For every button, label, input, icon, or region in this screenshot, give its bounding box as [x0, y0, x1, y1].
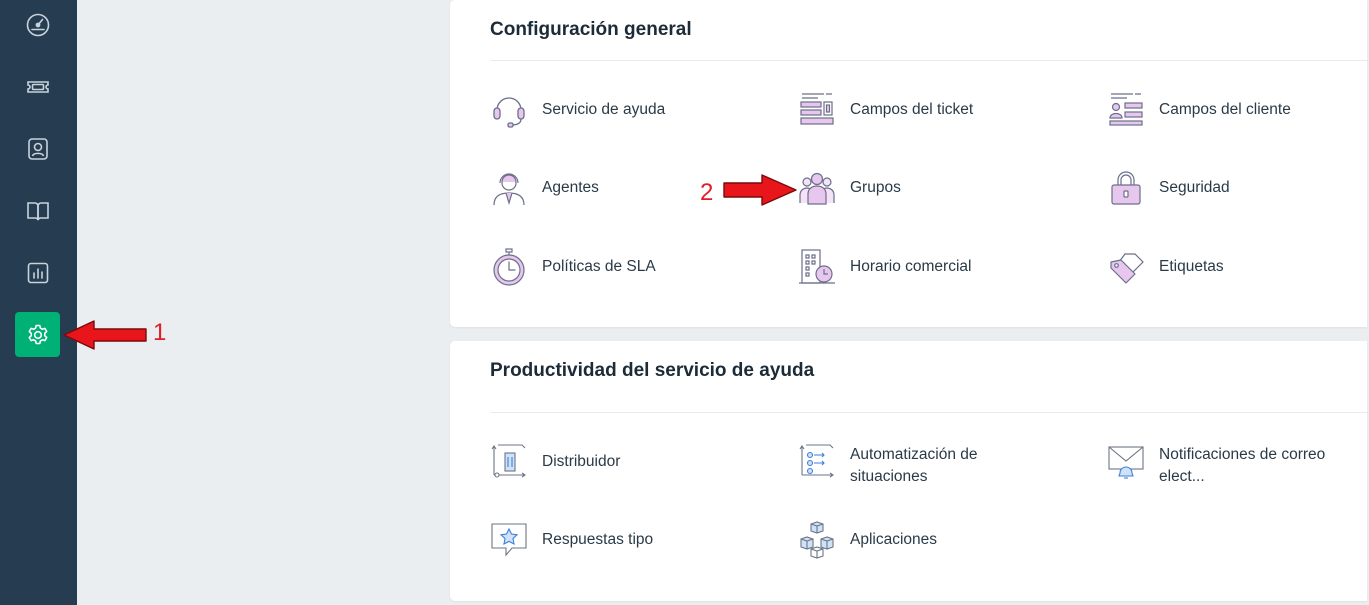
- sidebar-item-admin[interactable]: [15, 312, 60, 357]
- canned-response-icon: [491, 523, 527, 557]
- book-icon: [26, 201, 49, 220]
- tile-label: Automatización de situaciones: [850, 446, 978, 485]
- automation-icon: [799, 444, 834, 478]
- gauge-icon: [26, 13, 49, 36]
- sidebar: [0, 0, 77, 605]
- annotation-arrow-2: [723, 174, 797, 206]
- general-settings-card: Configuración general Servicio de ayuda: [450, 0, 1367, 327]
- contact-icon: [27, 137, 48, 160]
- agent-icon: [493, 173, 525, 206]
- annotation-number-1: 1: [153, 319, 167, 346]
- stopwatch-icon: [493, 248, 525, 286]
- divider: [490, 412, 1367, 413]
- tile-security[interactable]: Seguridad: [1107, 169, 1369, 207]
- productivity-card: Productividad del servicio de ayuda Dist…: [450, 341, 1367, 601]
- tile-helpdesk[interactable]: Servicio de ayuda: [490, 91, 780, 129]
- tile-label: Etiquetas: [1159, 258, 1224, 275]
- tile-label: Grupos: [850, 179, 901, 196]
- tile-label: Seguridad: [1159, 179, 1230, 196]
- email-notification-icon: [1108, 446, 1144, 479]
- tile-automation[interactable]: Automatización de situaciones: [798, 443, 1088, 488]
- tile-label: Campos del ticket: [850, 101, 974, 118]
- bar-chart-icon: [27, 262, 48, 283]
- general-settings-title: Configuración general: [490, 19, 692, 40]
- tile-label: Agentes: [542, 179, 599, 196]
- tile-label: Políticas de SLA: [542, 258, 656, 275]
- customer-fields-icon: [1109, 93, 1143, 126]
- tile-ticket-fields[interactable]: Campos del ticket: [798, 91, 1088, 129]
- dispatcher-icon: [491, 444, 526, 478]
- tile-sla-policies[interactable]: Políticas de SLA: [490, 248, 780, 286]
- tile-business-hours[interactable]: Horario comercial: [798, 248, 1088, 286]
- ticket-fields-icon: [800, 93, 834, 125]
- ticket-icon: [26, 80, 49, 93]
- sidebar-item-solutions[interactable]: [15, 188, 60, 233]
- productivity-title: Productividad del servicio de ayuda: [490, 360, 815, 381]
- tile-label: Horario comercial: [850, 258, 972, 275]
- sidebar-item-reports[interactable]: [15, 250, 60, 295]
- tile-label: Distribuidor: [542, 453, 621, 470]
- headset-icon: [493, 97, 525, 128]
- gear-icon: [28, 324, 47, 344]
- tile-apps[interactable]: Aplicaciones: [798, 521, 1088, 559]
- tag-icon: [1110, 253, 1144, 284]
- annotation-number-2: 2: [700, 179, 714, 206]
- sidebar-item-tickets[interactable]: [15, 64, 60, 109]
- tile-tags[interactable]: Etiquetas: [1107, 248, 1369, 286]
- tile-label: Servicio de ayuda: [542, 101, 666, 118]
- tile-canned-responses[interactable]: Respuestas tipo: [490, 521, 780, 559]
- sidebar-item-contacts[interactable]: [15, 126, 60, 171]
- tile-email-notifications[interactable]: Notificaciones de correo elect...: [1107, 443, 1369, 488]
- group-icon: [799, 172, 835, 205]
- tile-label: Aplicaciones: [850, 531, 938, 548]
- tile-label: Respuestas tipo: [542, 531, 654, 548]
- apps-icon: [800, 521, 834, 559]
- tile-groups[interactable]: Grupos: [798, 169, 1088, 207]
- building-clock-icon: [799, 249, 835, 284]
- tile-dispatcher[interactable]: Distribuidor: [490, 443, 780, 481]
- divider: [490, 60, 1367, 61]
- tile-customer-fields[interactable]: Campos del cliente: [1107, 91, 1369, 129]
- tile-label: Notificaciones de correo elect...: [1159, 446, 1326, 485]
- sidebar-item-dashboard[interactable]: [15, 2, 60, 47]
- tile-label: Campos del cliente: [1159, 101, 1291, 118]
- lock-icon: [1111, 171, 1141, 205]
- annotation-arrow-1: [63, 320, 147, 350]
